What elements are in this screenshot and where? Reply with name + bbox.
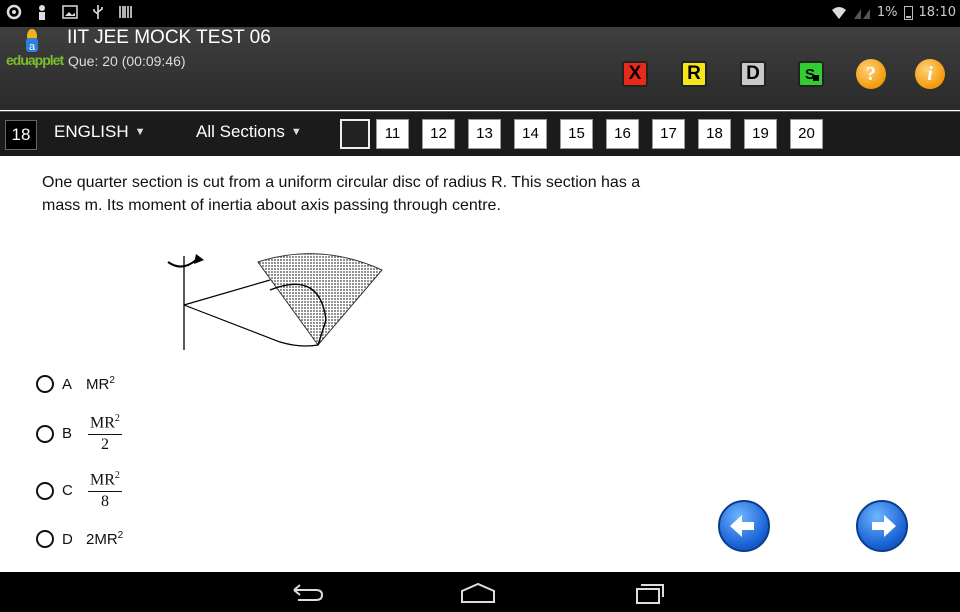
option-letter: B [62,425,73,443]
question-panel: One quarter section is cut from a unifor… [0,157,960,572]
image-icon [62,5,78,19]
question-number-button[interactable]: 14 [514,119,547,149]
status-bar: 1% 18:10 [0,0,960,27]
review-button[interactable]: R [681,61,707,87]
recents-icon[interactable] [634,581,664,605]
notification-icons [6,4,134,20]
fraction-numerator: MR2 [88,413,122,436]
question-number-button[interactable]: 20 [790,119,823,149]
chevron-down-icon: ▼ [290,126,302,138]
question-nav-bar: 18 ENGLISH ▼ All Sections ▼ 11 12 13 14 15… [0,111,960,156]
done-button[interactable]: D [740,61,766,87]
fraction-denominator: 2 [100,436,109,454]
next-question-button[interactable] [856,500,908,552]
clock: 18:10 [918,5,956,20]
question-number-button[interactable]: 17 [652,119,685,149]
option-exponent: 2 [109,375,115,386]
save-button[interactable]: S [798,61,824,87]
question-number-button[interactable]: 16 [606,119,639,149]
usb-icon [93,5,103,19]
option-letter: D [62,530,73,548]
radio-button[interactable] [36,375,54,393]
question-number-button[interactable]: 18 [698,119,731,149]
info-icon: i [927,63,933,85]
language-label: ENGLISH [54,122,129,141]
system-nav-bar [0,572,960,612]
chevron-down-icon: ▼ [134,126,146,138]
question-number-button[interactable]: 15 [560,119,593,149]
person-icon [39,5,45,20]
numerator-base: MR [90,471,115,489]
option-b[interactable]: B MR2 2 [36,413,122,454]
save-s-icon: S [805,66,819,83]
question-number-button[interactable]: 11 [376,119,409,149]
option-exponent: 2 [117,530,124,541]
option-text: MR2 [86,375,115,393]
numerator-exponent: 2 [114,413,120,424]
question-icon: ? [866,63,876,85]
option-letter: C [62,482,73,500]
wifi-icon [831,6,846,19]
option-fraction: MR2 2 [88,413,122,454]
barcode-icon [119,6,132,18]
option-a[interactable]: A MR2 [36,375,115,393]
battery-icon [903,5,913,20]
question-number-button[interactable]: 13 [468,119,501,149]
logo-text: eduapplet [6,52,64,68]
help-button[interactable]: ? [856,59,886,89]
option-base: MR [86,376,110,393]
fraction-denominator: 8 [100,493,109,511]
back-icon[interactable] [290,582,326,604]
option-letter: A [62,375,73,393]
option-base: MR [94,531,118,548]
radio-button[interactable] [36,481,54,500]
language-dropdown[interactable]: ENGLISH ▼ [54,122,146,142]
signal-icon [853,8,870,19]
battery-percent: 1% [876,5,898,20]
option-c[interactable]: C MR2 8 [36,470,122,511]
clear-response-button[interactable]: X [622,61,648,87]
question-number-button[interactable]: 12 [422,119,455,149]
numerator-base: MR [90,414,115,432]
radio-button[interactable] [36,530,54,548]
option-text: 2MR2 [86,530,123,548]
radio-button[interactable] [36,424,54,443]
fraction-numerator: MR2 [88,470,122,493]
previous-question-button[interactable] [718,500,770,552]
question-palette-toggle[interactable] [340,119,370,149]
sections-label: All Sections [196,122,285,141]
question-number-list: 11 12 13 14 15 16 17 18 19 20 [376,119,823,149]
arrow-left-icon [730,515,754,537]
disc-section-figure [167,253,383,350]
question-number-button[interactable]: 19 [744,119,777,149]
test-title: IIT JEE MOCK TEST 06 [67,27,271,48]
numerator-exponent: 2 [114,470,120,481]
sync-icon [6,4,22,20]
current-question-number[interactable]: 18 [5,120,37,150]
question-timer: Que: 20 (00:09:46) [68,53,186,69]
option-fraction: MR2 8 [88,470,122,511]
question-text: One quarter section is cut from a unifor… [42,174,641,214]
sections-dropdown[interactable]: All Sections ▼ [196,122,302,142]
info-button[interactable]: i [915,59,945,89]
system-indicators: 1% 18:10 [831,5,956,20]
option-d[interactable]: D 2MR2 [36,530,123,548]
home-icon[interactable] [458,582,498,604]
arrow-right-icon [872,515,896,537]
